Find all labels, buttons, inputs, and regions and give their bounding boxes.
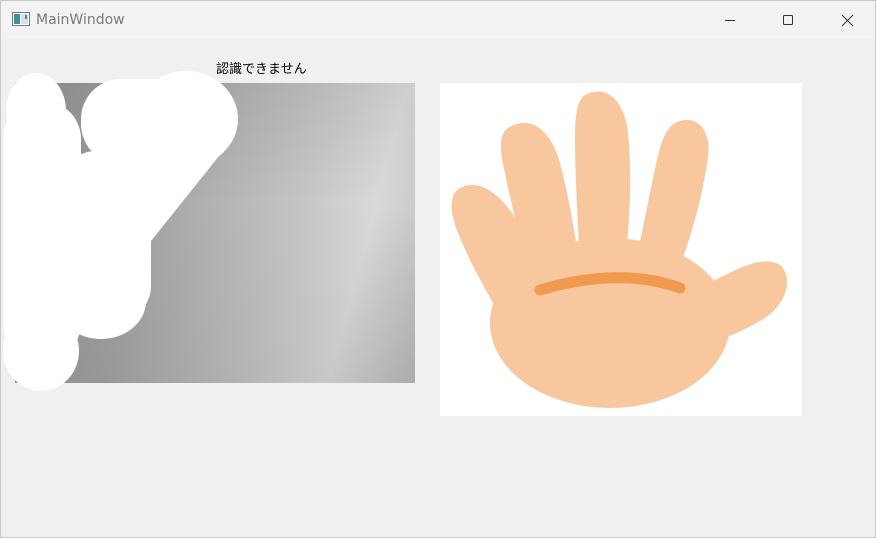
redaction-mask bbox=[3, 71, 238, 391]
minimize-button[interactable] bbox=[701, 1, 759, 39]
hand-sign-image bbox=[440, 83, 802, 416]
close-icon bbox=[841, 14, 853, 26]
main-window: MainWindow 認識できません bbox=[0, 0, 876, 538]
maximize-button[interactable] bbox=[759, 1, 817, 39]
window-app-icon bbox=[12, 12, 30, 26]
close-button[interactable] bbox=[818, 1, 875, 39]
title-bar[interactable]: MainWindow bbox=[1, 1, 875, 39]
minimize-icon bbox=[725, 20, 735, 21]
maximize-icon bbox=[783, 15, 793, 25]
window-title: MainWindow bbox=[36, 12, 125, 28]
open-hand-illustration bbox=[451, 91, 788, 408]
